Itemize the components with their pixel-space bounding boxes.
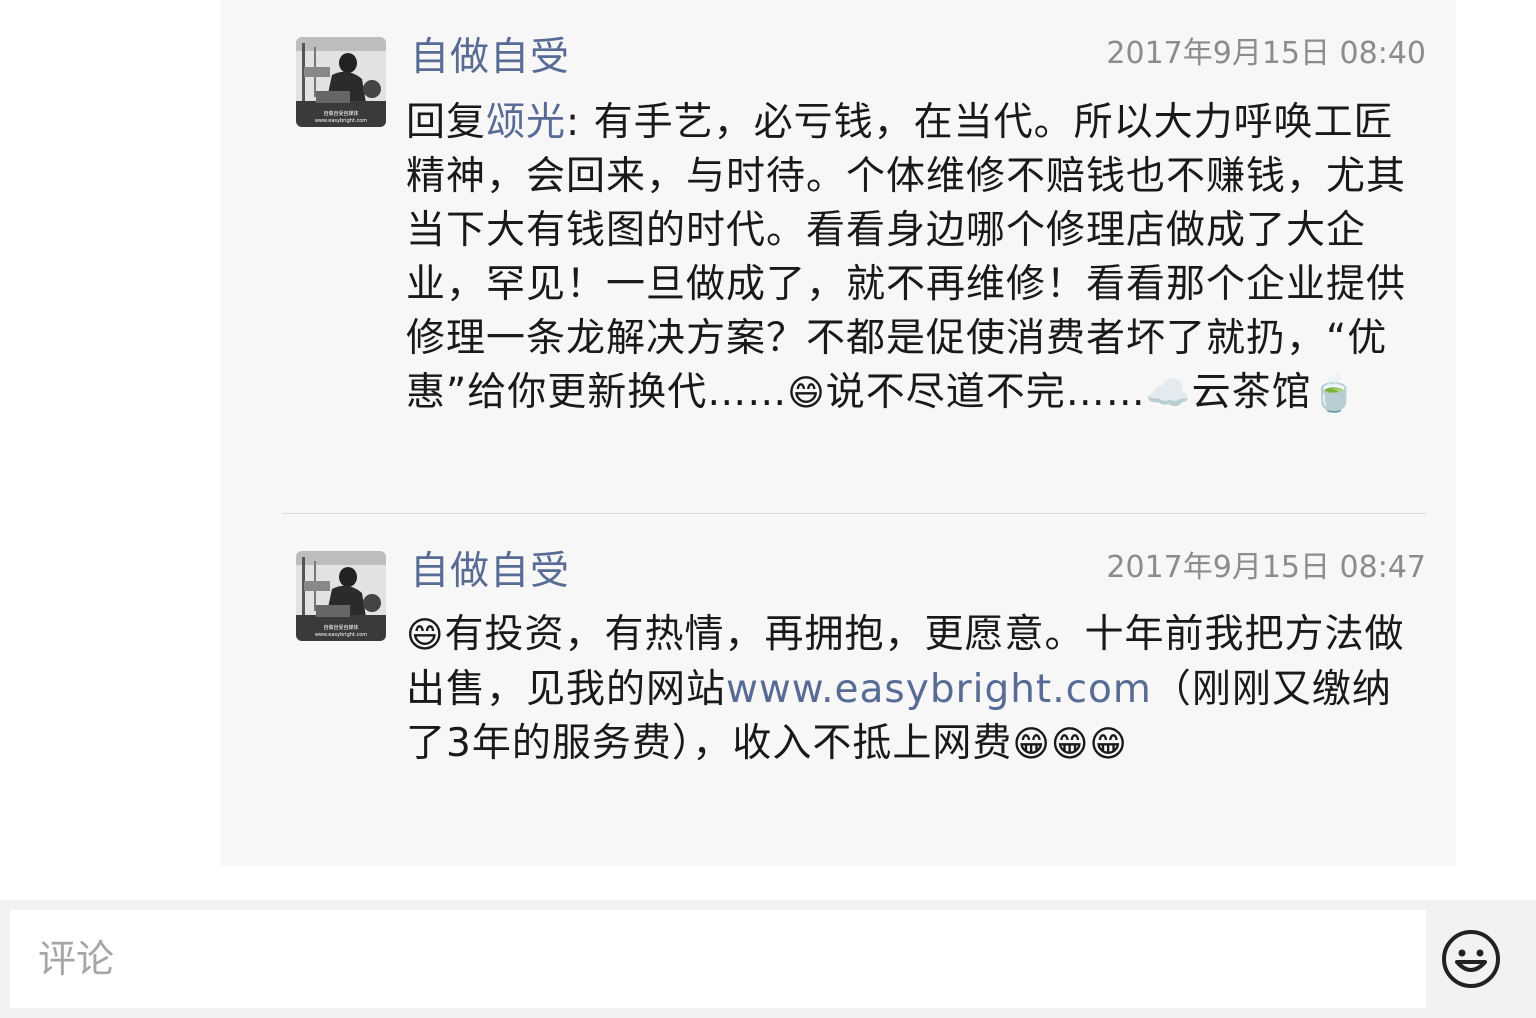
comment-body-text: 有手艺，必亏钱，在当代。所以大力呼唤工匠精神，会回来，与时待。个体维修不赔钱也不… bbox=[406, 100, 1407, 415]
avatar-url-text: www.easybright.com bbox=[315, 118, 367, 124]
comment-body-text: 说不尽道不完…… bbox=[825, 370, 1146, 415]
tea-emoji-icon: 🍵 bbox=[1311, 373, 1358, 414]
smiley-face-icon[interactable] bbox=[1440, 928, 1502, 990]
comment-timestamp: 2017年9月15日 08:47 bbox=[1106, 550, 1426, 585]
comment-author[interactable]: 自做自受 bbox=[410, 548, 570, 596]
comment-input[interactable] bbox=[10, 910, 1426, 1008]
avatar[interactable]: 自做自受自媒体 www.easybright.com bbox=[296, 551, 386, 641]
reply-to-name[interactable]: 颂光 bbox=[486, 100, 566, 145]
grinning-emoji-icon: 😁 bbox=[1012, 724, 1051, 765]
grinning-emoji-icon: 😁 bbox=[1050, 724, 1090, 765]
comment-text: 回复颂光: 有手艺，必亏钱，在当代。所以大力呼唤工匠精神，会回来，与时待。个体维… bbox=[406, 96, 1428, 421]
comment-input-bar bbox=[0, 900, 1536, 1018]
comment-divider bbox=[282, 513, 1426, 514]
avatar-caption: 自做自受自媒体 bbox=[323, 624, 358, 631]
avatar-url-text: www.easybright.com bbox=[315, 632, 367, 638]
avatar[interactable]: 自做自受自媒体 www.easybright.com bbox=[296, 37, 386, 127]
website-link[interactable]: www.easybright.com bbox=[726, 667, 1152, 712]
reply-prefix: 回复 bbox=[406, 100, 487, 145]
avatar-caption: 自做自受自媒体 bbox=[323, 110, 358, 117]
grin-emoji-icon: 😄 bbox=[406, 615, 445, 656]
cloud-emoji-icon: ☁️ bbox=[1145, 373, 1192, 414]
avatar-photo: 自做自受自媒体 www.easybright.com bbox=[296, 37, 386, 127]
grinning-emoji-icon: 😁 bbox=[1089, 724, 1128, 765]
comment-body-text: 云茶馆 bbox=[1191, 370, 1312, 415]
grin-emoji-icon: 😄 bbox=[787, 373, 826, 414]
comment-author[interactable]: 自做自受 bbox=[410, 34, 570, 82]
comment-timestamp: 2017年9月15日 08:40 bbox=[1106, 36, 1426, 71]
reply-separator: : bbox=[566, 100, 594, 145]
comment-panel: 自做自受自媒体 www.easybright.com 自做自受 2017年9月1… bbox=[220, 0, 1456, 866]
avatar-photo: 自做自受自媒体 www.easybright.com bbox=[296, 551, 386, 641]
comment-text: 😄有投资，有热情，再拥抱，更愿意。十年前我把方法做出售，见我的网站www.eas… bbox=[406, 608, 1428, 772]
